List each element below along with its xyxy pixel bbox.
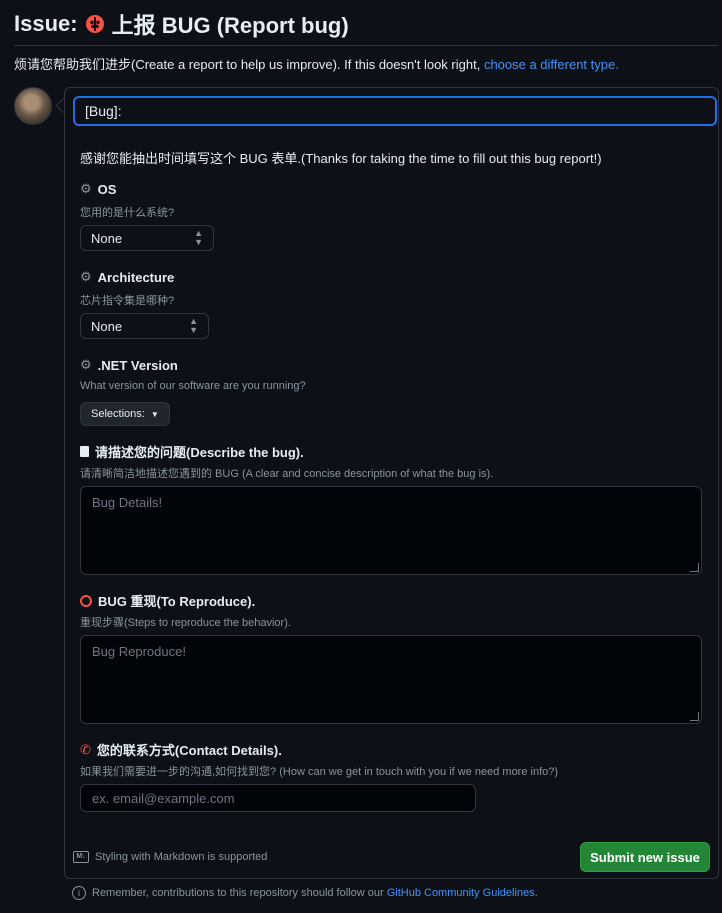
gear-icon: ⚙ [80,181,92,196]
dotnet-button-label: Selections: [91,408,145,420]
contact-placeholder: ex. email@example.com [92,790,235,806]
reproduce-textarea[interactable]: Bug Reproduce! [80,635,702,724]
reproduce-help: 重现步骤(Steps to reproduce the behavior). [80,617,291,629]
issue-title-input[interactable]: [Bug]: [73,96,717,126]
submit-issue-button[interactable]: Submit new issue [580,842,710,872]
os-help: 您用的是什么系统? [80,207,175,219]
avatar[interactable] [14,87,52,125]
phone-icon: ✆ [80,741,91,757]
reproduce-label-text: BUG 重现(To Reproduce). [98,594,256,609]
select-arrows-icon: ▲ ▼ [194,228,203,247]
template-description: 烦请您帮助我们进步(Create a report to help us imp… [14,54,619,73]
footer-text: Remember, contributions to this reposito… [92,887,387,899]
form-intro-text: 感谢您能抽出时间填写这个 BUG 表单.(Thanks for taking t… [80,151,602,166]
dotnet-help: What version of our software are you run… [80,380,306,392]
dotnet-label-text: .NET Version [97,357,178,373]
arch-help: 芯片指令集是哪种? [80,295,175,307]
issue-label: Issue: [14,11,78,36]
contact-input[interactable]: ex. email@example.com [80,784,476,812]
os-select-value: None [91,230,123,246]
document-icon [80,446,89,457]
guidelines-footer: i Remember, contributions to this reposi… [72,886,538,900]
arch-label: ⚙ Architecture [80,269,174,285]
describe-label-text: 请描述您的问题(Describe the bug). [95,445,304,460]
issue-template-title: 上报 BUG (Report bug) [111,13,349,38]
gear-icon: ⚙ [80,269,92,284]
os-label-text: OS [97,181,117,197]
contact-label: ✆ 您的联系方式(Contact Details). [80,740,282,759]
select-arrows-icon: ▲ ▼ [189,316,198,335]
reproduce-placeholder: Bug Reproduce! [92,644,186,659]
describe-textarea[interactable]: Bug Details! [80,486,702,575]
issue-form-card: [Bug]: 感谢您能抽出时间填写这个 BUG 表单.(Thanks for t… [64,87,719,879]
markdown-note-text: Styling with Markdown is supported [95,851,268,863]
intro-text: 烦请您帮助我们进步(Create a report to help us imp… [14,57,484,72]
footer-end: . [534,887,538,899]
community-guidelines-link[interactable]: GitHub Community Guidelines [387,887,535,899]
markdown-note[interactable]: M↓ Styling with Markdown is supported [73,851,267,863]
issue-header: Issue: 上报 BUG (Report bug) [14,8,349,40]
os-label: ⚙ OS [80,181,116,197]
contact-label-text: 您的联系方式(Contact Details). [96,743,282,758]
os-select[interactable]: None ▲ ▼ [80,225,214,251]
resize-handle-icon[interactable] [690,563,699,572]
ladybug-icon [85,15,104,33]
caret-down-icon: ▼ [150,409,159,419]
gear-icon: ⚙ [80,357,92,372]
arch-select-value: None [91,318,123,334]
resize-handle-icon[interactable] [690,712,699,721]
markdown-icon: M↓ [73,851,89,863]
header-divider [14,45,718,46]
describe-placeholder: Bug Details! [92,495,163,510]
arch-select[interactable]: None ▲ ▼ [80,313,209,339]
dotnet-dropdown-button[interactable]: Selections: ▼ [80,402,170,426]
describe-help: 请清晰简洁地描述您遇到的 BUG (A clear and concise de… [80,468,494,480]
info-icon: i [72,886,86,900]
choose-type-link[interactable]: choose a different type. [484,57,619,72]
contact-help: 如果我们需要进一步的沟通,如何找到您? (How can we get in t… [80,766,559,778]
ring-icon [80,594,92,607]
arch-label-text: Architecture [97,269,175,285]
describe-label: 请描述您的问题(Describe the bug). [80,442,304,461]
reproduce-label: BUG 重现(To Reproduce). [80,591,255,610]
dotnet-label: ⚙ .NET Version [80,357,178,373]
